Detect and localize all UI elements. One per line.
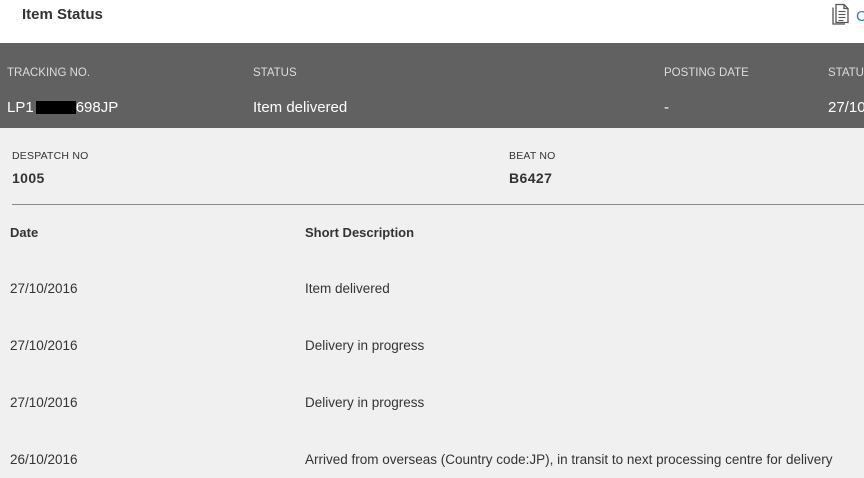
document-icon[interactable] <box>831 2 850 30</box>
top-bar: Item Status C <box>0 0 864 43</box>
description-column-header: Short Description <box>305 225 415 240</box>
event-row: 27/10/2016 Item delivered <box>0 281 864 301</box>
posting-date-header: POSTING DATE <box>664 67 749 79</box>
page-title: Item Status <box>22 6 103 23</box>
status-value: Item delivered <box>253 99 348 116</box>
despatch-no-value: 1005 <box>12 170 45 186</box>
document-action-button[interactable]: C <box>831 2 864 30</box>
event-description: Item delivered <box>305 281 390 296</box>
tracking-number: LP1 698JP <box>7 99 118 116</box>
tracking-number-suffix: 698JP <box>75 99 119 116</box>
event-row: 27/10/2016 Delivery in progress <box>0 395 864 415</box>
event-row: 27/10/2016 Delivery in progress <box>0 338 864 358</box>
item-details-panel: DESPATCH NO 1005 BEAT NO B6427 Date Shor… <box>0 128 864 478</box>
beat-no-label: BEAT NO <box>509 150 556 162</box>
tracking-summary: TRACKING NO. STATUS POSTING DATE STATU L… <box>0 43 864 128</box>
status-header: STATUS <box>253 67 297 79</box>
divider <box>12 204 864 205</box>
event-date: 27/10/2016 <box>10 395 78 410</box>
tracking-no-header: TRACKING NO. <box>7 67 91 79</box>
document-action-label[interactable]: C <box>856 8 864 25</box>
redaction-block <box>35 101 76 114</box>
event-description: Delivery in progress <box>305 338 425 353</box>
tracking-number-prefix: LP1 <box>7 99 34 116</box>
beat-no-value: B6427 <box>509 170 553 186</box>
date-column-header: Date <box>10 225 39 240</box>
event-description: Delivery in progress <box>305 395 425 410</box>
event-description: Arrived from overseas (Country code:JP),… <box>305 452 833 467</box>
posting-date-value: - <box>664 99 669 116</box>
status-date-value: 27/10 <box>828 99 864 116</box>
event-date: 27/10/2016 <box>10 338 78 353</box>
event-date: 26/10/2016 <box>10 452 78 467</box>
despatch-no-label: DESPATCH NO <box>12 150 89 162</box>
event-row: 26/10/2016 Arrived from overseas (Countr… <box>0 452 864 472</box>
status-date-header: STATU <box>828 67 864 79</box>
event-date: 27/10/2016 <box>10 281 78 296</box>
